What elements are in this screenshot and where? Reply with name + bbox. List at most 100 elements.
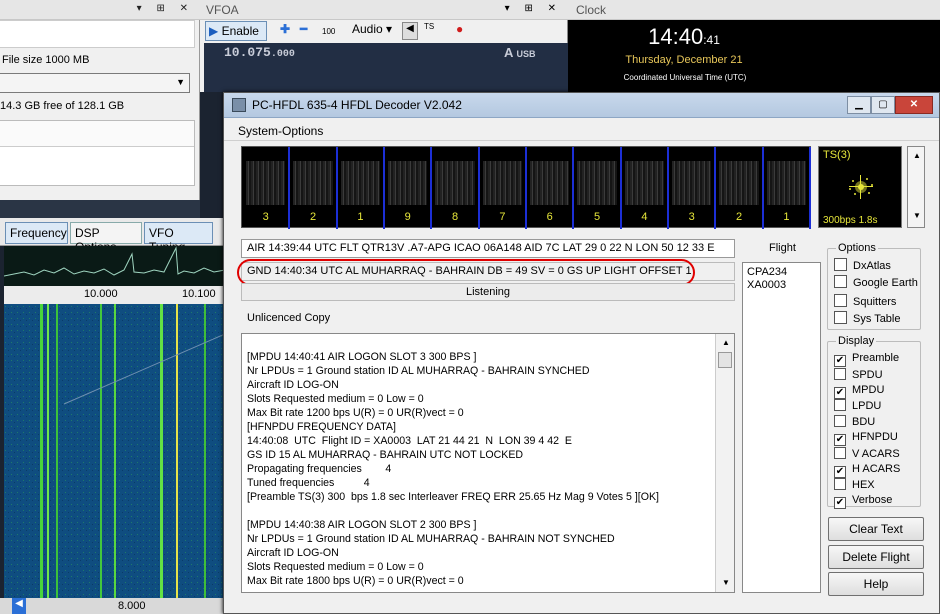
display-lpdu[interactable]: LPDU xyxy=(834,399,881,413)
panel-header: ▾ ⊞ ✕ xyxy=(0,0,200,20)
scroll-up-icon[interactable]: ▲ xyxy=(722,338,730,347)
waterfall-display[interactable] xyxy=(4,304,226,600)
display-option-label: Verbose xyxy=(852,494,893,507)
scroll-down-icon[interactable]: ▼ xyxy=(913,211,921,220)
checkbox[interactable]: ✔ xyxy=(834,465,846,478)
log-line: [MPDU 14:40:41 AIR LOGON SLOT 3 300 BPS … xyxy=(247,351,477,363)
slot-divider xyxy=(714,147,717,229)
display-preamble[interactable]: ✔ Preamble xyxy=(834,352,899,367)
minimize-button[interactable]: ▁ xyxy=(847,96,871,114)
log-line: Nr LPDUs = 1 Ground station ID AL MUHARR… xyxy=(247,533,615,545)
left-tabs: Frequency DSP Options VFO Tuning xyxy=(0,218,225,254)
slot-divider xyxy=(477,147,480,229)
checkbox[interactable] xyxy=(834,478,846,491)
maximize-button[interactable]: ▢ xyxy=(871,96,895,114)
display-spdu[interactable]: SPDU xyxy=(834,367,883,382)
frequency-scale: 10.000 10.100 xyxy=(4,286,225,304)
scroll-left-icon[interactable]: ◀ xyxy=(12,598,26,614)
slot-signal xyxy=(340,161,380,205)
slot-number: 7 xyxy=(499,211,506,223)
minus-icon[interactable]: ━ xyxy=(300,22,307,36)
display-bdu[interactable]: BDU xyxy=(834,415,875,429)
log-line: Slots Requested medium = 0 Low = 0 xyxy=(247,561,424,573)
slot-signal xyxy=(766,161,806,205)
checkbox[interactable] xyxy=(834,258,847,271)
bottom-scale: ◀ 8.000 xyxy=(0,598,225,614)
checkbox[interactable]: ✔ xyxy=(834,497,846,510)
panel-gap xyxy=(0,200,200,218)
ts-constellation: TS(3) 300bps 1.8s xyxy=(818,146,902,228)
option-label: DxAtlas xyxy=(853,260,891,272)
checkbox[interactable]: ✔ xyxy=(834,355,846,367)
help-button[interactable]: Help xyxy=(828,572,924,596)
option-google-earth[interactable]: Google Earth xyxy=(834,275,918,289)
audio-label: Audio xyxy=(352,22,383,36)
mute-icon[interactable]: ◀ xyxy=(402,22,418,40)
display-h-acars[interactable]: ✔ H ACARS xyxy=(834,463,900,478)
app-icon xyxy=(232,98,246,112)
checkbox[interactable] xyxy=(834,275,847,288)
checkbox[interactable] xyxy=(834,294,847,307)
tab-vfo-tuning[interactable]: VFO Tuning xyxy=(144,222,213,254)
highlight-oval xyxy=(237,259,695,286)
tab-dsp-options[interactable]: DSP Options xyxy=(70,222,142,254)
menu-bar: System-Options xyxy=(224,119,939,141)
checkbox[interactable] xyxy=(834,415,846,428)
audio-dropdown[interactable]: Audio ▾ xyxy=(352,22,392,36)
scroll-down-icon[interactable]: ▼ xyxy=(722,578,730,587)
decode-log[interactable]: [MPDU 14:40:41 AIR LOGON SLOT 3 300 BPS … xyxy=(241,333,735,593)
checkbox[interactable]: ✔ xyxy=(834,386,846,399)
slot-signal xyxy=(719,161,759,205)
clock-header: Clock xyxy=(568,0,940,20)
checkbox[interactable]: ✔ xyxy=(834,434,846,446)
log-line: Nr LPDUs = 1 Ground station ID AL MUHARR… xyxy=(247,365,590,377)
recording-list[interactable] xyxy=(0,120,195,186)
clock-time: 14:40:41 xyxy=(624,24,744,50)
display-hfnpdu[interactable]: ✔ HFNPDU xyxy=(834,431,898,446)
window-title: PC-HFDL 635-4 HFDL Decoder V2.042 xyxy=(252,98,462,112)
option-dxatlas[interactable]: DxAtlas xyxy=(834,258,891,272)
checkbox[interactable] xyxy=(834,399,846,412)
display-group: Display ✔ Preamble SPDU ✔ MPDU LPDU BDU ✔ HFNPDU… xyxy=(827,335,921,510)
checkbox[interactable] xyxy=(834,311,847,324)
log-scrollbar[interactable]: ▲ ▼ xyxy=(715,334,734,592)
panel-header-icons[interactable]: ▾ ⊞ ✕ xyxy=(137,3,194,14)
scroll-thumb[interactable] xyxy=(718,352,732,368)
flight-list[interactable]: CPA234 XA0003 xyxy=(742,262,821,593)
decode-log-text: [MPDU 14:40:41 AIR LOGON SLOT 3 300 BPS … xyxy=(247,350,713,588)
flight-item[interactable]: CPA234 xyxy=(743,266,820,279)
display-mpdu[interactable]: ✔ MPDU xyxy=(834,384,884,399)
tab-frequency[interactable]: Frequency xyxy=(5,222,68,244)
spectrum-trace xyxy=(3,246,226,277)
display-v-acars[interactable]: V ACARS xyxy=(834,446,900,461)
display-verbose[interactable]: ✔ Verbose xyxy=(834,494,893,510)
vfoa-panel: VFOA ▾ ⊞ ✕ ▶ Enable ✚ ━ 100 Audio ▾ ◀ TS… xyxy=(200,0,568,92)
option-squitters[interactable]: Squitters xyxy=(834,294,896,308)
device-dropdown[interactable]: ▼ xyxy=(0,73,190,93)
display-hex[interactable]: HEX xyxy=(834,478,875,492)
checkbox[interactable] xyxy=(834,367,846,380)
slot-signal xyxy=(388,161,428,205)
option-sys-table[interactable]: Sys Table xyxy=(834,311,901,325)
clock-panel: Clock 14:40:41 Thursday, December 21 Coo… xyxy=(568,0,940,92)
checkbox[interactable] xyxy=(834,446,846,459)
slot-divider xyxy=(809,147,811,229)
ts-icon[interactable]: TS xyxy=(424,22,434,31)
window-titlebar[interactable]: PC-HFDL 635-4 HFDL Decoder V2.042 ▁ ▢ ✕ xyxy=(224,93,939,118)
close-button[interactable]: ✕ xyxy=(895,96,933,114)
delete-flight-button[interactable]: Delete Flight xyxy=(828,545,924,569)
menu-system-options[interactable]: System-Options xyxy=(238,124,323,138)
slot-divider xyxy=(525,147,527,229)
plus-icon[interactable]: ✚ xyxy=(280,22,290,36)
spectrum-display[interactable] xyxy=(3,246,226,286)
enable-button[interactable]: ▶ Enable xyxy=(205,21,267,41)
clear-text-button[interactable]: Clear Text xyxy=(828,517,924,541)
record-icon[interactable]: ● xyxy=(456,22,463,36)
vfoa-header-icons[interactable]: ▾ ⊞ ✕ xyxy=(505,3,562,14)
vfo-display[interactable]: 10.075.000 A USB xyxy=(204,43,568,92)
scroll-up-icon[interactable]: ▲ xyxy=(913,151,921,160)
recording-panel: ▾ ⊞ ✕ File size 1000 MB ▼ 14.3 GB free o… xyxy=(0,0,200,200)
spectro-scrollbar[interactable]: ▲ ▼ xyxy=(907,146,925,228)
flight-item[interactable]: XA0003 xyxy=(743,279,820,292)
log-line: [Preamble TS(3) 300 bps 1.8 sec Interlea… xyxy=(247,491,659,503)
